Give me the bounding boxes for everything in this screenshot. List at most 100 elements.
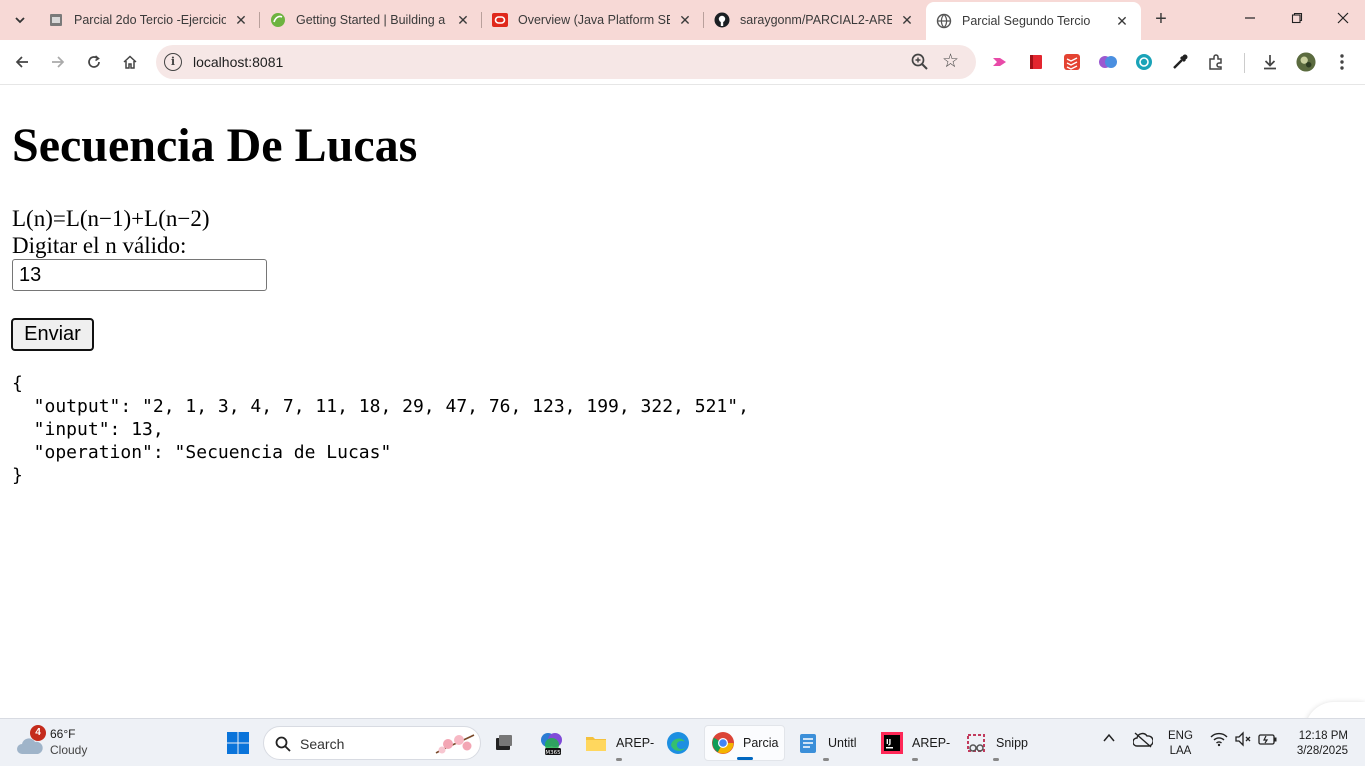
extension-todoist-icon[interactable] xyxy=(1062,52,1082,72)
language-code: ENG xyxy=(1168,730,1193,742)
close-icon[interactable]: ✕ xyxy=(454,12,472,29)
extension-brain-icon[interactable] xyxy=(1098,52,1118,72)
json-line: "input": 13, xyxy=(12,419,164,440)
battery-icon[interactable] xyxy=(1258,731,1278,750)
search-icon xyxy=(275,736,291,752)
arrow-right-icon xyxy=(52,56,65,68)
taskbar-app-notepad[interactable]: Untitl xyxy=(790,725,862,761)
svg-text:M365: M365 xyxy=(545,750,561,756)
zoom-icon[interactable] xyxy=(910,52,930,72)
download-icon[interactable] xyxy=(1260,52,1280,72)
task-view-button[interactable] xyxy=(488,727,520,759)
tab-title: Parcial Segundo Tercio xyxy=(962,14,1091,28)
reload-button[interactable] xyxy=(80,48,108,76)
tab-java-overview[interactable]: Overview (Java Platform SE 8 ✕ xyxy=(482,4,704,36)
browser-toolbar: i localhost:8081 ☆ xyxy=(0,40,1365,85)
app-label: AREP- xyxy=(912,736,951,750)
taskbar: 4 66°F Cloudy Search M365 AREP- Parcia U… xyxy=(0,718,1365,766)
running-indicator xyxy=(992,758,999,761)
url-text[interactable]: localhost:8081 xyxy=(193,54,283,70)
volume-muted-icon[interactable] xyxy=(1234,731,1252,750)
start-button[interactable] xyxy=(222,727,254,759)
page-title: Secuencia De Lucas xyxy=(12,119,418,172)
taskbar-app-snipping-tool[interactable]: Snipp xyxy=(958,725,1034,761)
restore-icon xyxy=(1291,12,1303,24)
keyboard-layout: LAA xyxy=(1169,745,1192,757)
minimize-button[interactable] xyxy=(1235,8,1265,30)
back-button[interactable] xyxy=(8,48,36,76)
clock-time: 12:18 PM xyxy=(1298,730,1348,742)
arrow-left-icon xyxy=(15,56,28,68)
input-label: Digitar el n válido: xyxy=(12,233,187,258)
extensions-puzzle-icon[interactable] xyxy=(1206,52,1226,72)
taskbar-app-intellij[interactable]: IJ AREP- xyxy=(874,725,956,761)
app-label: AREP- xyxy=(616,736,655,750)
bookmark-star-icon[interactable]: ☆ xyxy=(942,50,959,73)
running-indicator xyxy=(823,758,830,761)
app-label: Snipp xyxy=(996,736,1028,750)
close-icon[interactable]: ✕ xyxy=(1113,13,1131,30)
forward-button[interactable] xyxy=(44,48,72,76)
cloud-off-icon[interactable] xyxy=(1132,731,1154,752)
site-info-icon[interactable]: i xyxy=(164,53,182,71)
intellij-icon: IJ xyxy=(880,731,904,755)
chevron-down-icon xyxy=(15,17,25,24)
language-indicator[interactable]: ENG LAA xyxy=(1168,729,1193,759)
edge-button[interactable] xyxy=(662,727,694,759)
wifi-icon[interactable] xyxy=(1210,731,1228,750)
running-indicator xyxy=(736,757,753,760)
toolbar-divider xyxy=(1244,53,1245,73)
edge-icon xyxy=(667,732,689,754)
clock-date: 3/28/2025 xyxy=(1296,745,1348,757)
tray-overflow-icon[interactable] xyxy=(1102,731,1116,748)
home-icon xyxy=(123,55,137,69)
home-button[interactable] xyxy=(116,48,144,76)
document-icon xyxy=(48,12,64,28)
tab-parcial-segundo-tercio[interactable]: Parcial Segundo Tercio ✕ xyxy=(926,2,1141,40)
page-content: Secuencia De Lucas L(n)=L(n−1)+L(n−2) Di… xyxy=(0,86,1365,760)
json-line: "operation": "Secuencia de Lucas" xyxy=(12,442,392,463)
tab-strip: Parcial 2do Tercio -Ejercicios ✕ Getting… xyxy=(0,0,1365,40)
windows-icon xyxy=(227,732,249,754)
weather-condition: Cloudy xyxy=(50,743,88,757)
notification-badge: 4 xyxy=(30,725,46,741)
oracle-icon xyxy=(492,12,508,28)
taskbar-app-chrome[interactable]: Parcia xyxy=(704,725,786,761)
taskbar-app-file-explorer[interactable]: AREP- xyxy=(578,725,660,761)
globe-icon xyxy=(936,13,952,29)
m365-icon: M365 xyxy=(541,733,562,756)
formula-text: L(n)=L(n−1)+L(n−2) xyxy=(12,206,210,231)
json-line: "output": "2, 1, 3, 4, 7, 11, 18, 29, 47… xyxy=(12,396,749,417)
n-input[interactable] xyxy=(12,259,267,291)
taskbar-search[interactable]: Search xyxy=(263,726,481,760)
spring-icon xyxy=(270,12,286,28)
extension-red-book-icon[interactable] xyxy=(1026,52,1046,72)
tab-github-repo[interactable]: saraygonm/PARCIAL2-AREP ✕ xyxy=(704,4,926,36)
file-explorer-icon xyxy=(584,731,608,755)
restore-button[interactable] xyxy=(1282,8,1312,30)
eyedropper-icon[interactable] xyxy=(1170,52,1190,72)
reload-icon xyxy=(88,55,100,68)
new-tab-button[interactable]: + xyxy=(1150,8,1172,30)
close-window-button[interactable] xyxy=(1328,8,1358,30)
json-result: { "output": "2, 1, 3, 4, 7, 11, 18, 29, … xyxy=(12,372,749,487)
tab-parcial-ejercicios[interactable]: Parcial 2do Tercio -Ejercicios ✕ xyxy=(38,4,260,36)
tab-search-button[interactable] xyxy=(6,6,34,34)
profile-avatar[interactable] xyxy=(1296,52,1316,72)
clock[interactable]: 12:18 PM 3/28/2025 xyxy=(1286,729,1348,759)
json-line: { xyxy=(12,373,23,394)
more-menu-icon[interactable] xyxy=(1332,52,1352,72)
close-icon[interactable]: ✕ xyxy=(676,12,694,29)
close-icon[interactable]: ✕ xyxy=(232,12,250,29)
send-button[interactable]: Enviar xyxy=(11,318,94,351)
snipping-tool-icon xyxy=(964,731,988,755)
extension-chatgpt-icon[interactable] xyxy=(1134,52,1154,72)
extension-arrow-icon[interactable] xyxy=(990,52,1010,72)
weather-widget[interactable]: 4 66°F Cloudy xyxy=(14,725,114,761)
chrome-icon xyxy=(711,731,735,755)
close-icon[interactable]: ✕ xyxy=(898,12,916,29)
m365-button[interactable]: M365 xyxy=(536,727,568,759)
address-bar[interactable]: i localhost:8081 ☆ xyxy=(156,45,976,79)
tab-getting-started[interactable]: Getting Started | Building a R ✕ xyxy=(260,4,482,36)
app-label: Untitl xyxy=(828,736,857,750)
